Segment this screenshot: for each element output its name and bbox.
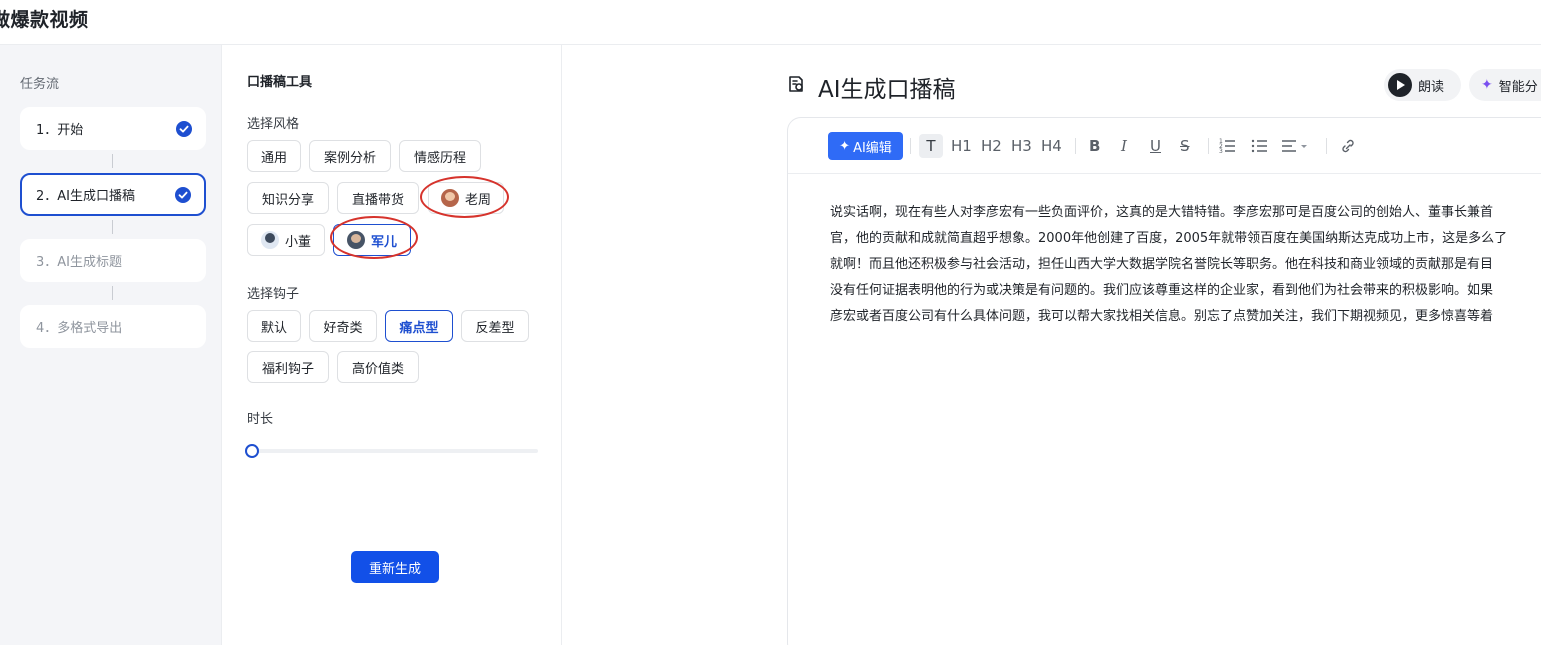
duration-slider-track[interactable]	[252, 449, 538, 453]
play-icon	[1388, 73, 1412, 97]
editor-title: AI生成口播稿	[818, 77, 956, 103]
text-style-button[interactable]: T	[919, 134, 943, 158]
toolbar-divider	[1326, 138, 1327, 154]
toolbar-divider	[1208, 138, 1209, 154]
style-chip-xiaodong[interactable]: 小董	[247, 224, 325, 256]
sparkle-icon: ✦	[1481, 77, 1493, 93]
hook-chip-curiosity[interactable]: 好奇类	[309, 310, 377, 342]
step-connector	[112, 220, 113, 234]
style-section-label: 选择风格	[247, 117, 300, 132]
hook-chip-high-value[interactable]: 高价值类	[337, 351, 419, 383]
smart-button[interactable]: ✦ 智能分	[1469, 69, 1541, 101]
taskflow-title: 任务流	[20, 77, 60, 92]
smart-button-label: 智能分	[1498, 79, 1538, 95]
chip-label: 通用	[260, 150, 287, 166]
chip-label: 知识分享	[261, 192, 314, 208]
page-title: 做爆款视频	[0, 9, 89, 31]
chip-label: 反差型	[475, 320, 515, 336]
step-start[interactable]: 1．开始	[20, 107, 206, 150]
chip-label: 情感历程	[413, 150, 466, 166]
chip-label: 军儿	[370, 234, 397, 250]
bold-button[interactable]: B	[1089, 134, 1100, 158]
style-chip-general[interactable]: 通用	[247, 140, 301, 172]
check-circle-icon	[176, 120, 192, 137]
script-line: 彦宏或者百度公司有什么具体问题，我可以帮大家找相关信息。别忘了点赞加关注，我们下…	[830, 309, 1494, 324]
script-text[interactable]: 说实话啊，现在有些人对李彦宏有一些负面评价，这真的是大错特错。李彦宏那可是百度公…	[830, 200, 1541, 330]
editor-toolbar: ✦ AI编辑 T H1 H2 H3 H4 B I U S 1 2 3	[788, 118, 1541, 174]
bullet-list-icon[interactable]	[1250, 134, 1268, 158]
taskflow-sidebar: 任务流 1．开始 2．AI生成口播稿 3．AI生成标题 4．多格式导出	[0, 45, 222, 645]
hook-chip-pain-point[interactable]: 痛点型	[385, 310, 453, 342]
step-label: 4．多格式导出	[36, 321, 123, 336]
top-bar: 做爆款视频	[0, 0, 1541, 45]
step-connector	[112, 154, 113, 168]
step-ai-script[interactable]: 2．AI生成口播稿	[20, 173, 206, 216]
script-line: 官，他的贡献和成就简直超乎想象。2000年他创建了百度，2005年就带领百度在美…	[830, 231, 1508, 246]
step-export[interactable]: 4．多格式导出	[20, 305, 206, 348]
underline-button[interactable]: U	[1150, 134, 1161, 158]
duration-slider-thumb[interactable]	[245, 444, 259, 458]
heading-3-button[interactable]: H3	[1011, 134, 1032, 158]
step-connector	[112, 286, 113, 300]
ordered-list-icon[interactable]: 1 2 3	[1218, 134, 1236, 158]
hook-chip-contrast[interactable]: 反差型	[461, 310, 529, 342]
regenerate-button[interactable]: 重新生成	[351, 551, 439, 583]
chip-label: 福利钩子	[261, 361, 314, 377]
script-line: 没有任何证据表明他的行为或决策是有问题的。我们应该尊重这样的企业家，看到他们为社…	[830, 283, 1494, 298]
tool-panel-title: 口播稿工具	[247, 75, 313, 90]
toolbar-divider	[1075, 138, 1076, 154]
document-edit-icon	[789, 76, 803, 92]
style-chip-laozhou[interactable]: 老周	[428, 182, 504, 214]
script-line: 说实话啊，现在有些人对李彦宏有一些负面评价，这真的是大错特错。李彦宏那可是百度公…	[830, 205, 1494, 220]
hook-chip-default[interactable]: 默认	[247, 310, 301, 342]
chip-label: 好奇类	[323, 320, 363, 336]
chip-label: 直播带货	[351, 192, 404, 208]
chip-label: 默认	[260, 320, 287, 336]
style-chip-knowledge[interactable]: 知识分享	[247, 182, 329, 214]
align-dropdown-icon[interactable]	[1281, 134, 1311, 158]
chip-label: 痛点型	[399, 320, 439, 336]
hook-section-label: 选择钩子	[247, 287, 300, 302]
script-line: 就啊！而且他还积极参与社会活动，担任山西大学大数据学院名誉院长等职务。他在科技和…	[830, 257, 1494, 272]
heading-2-button[interactable]: H2	[981, 134, 1002, 158]
check-circle-icon	[175, 186, 191, 203]
step-ai-title[interactable]: 3．AI生成标题	[20, 239, 206, 282]
heading-4-button[interactable]: H4	[1041, 134, 1062, 158]
script-editor: ✦ AI编辑 T H1 H2 H3 H4 B I U S 1 2 3 说实话啊，…	[787, 117, 1541, 645]
link-icon[interactable]	[1340, 134, 1356, 158]
step-label: 1．开始	[36, 123, 84, 138]
toolbar-divider	[910, 138, 911, 154]
italic-button[interactable]: I	[1121, 134, 1127, 158]
step-label: 2．AI生成口播稿	[36, 189, 135, 204]
avatar	[440, 189, 459, 207]
ai-edit-button[interactable]: ✦ AI编辑	[828, 132, 903, 160]
chip-label: 老周	[464, 192, 491, 208]
read-aloud-label: 朗读	[1418, 79, 1445, 95]
chip-label: 高价值类	[351, 361, 404, 377]
read-aloud-button[interactable]: 朗读	[1384, 69, 1461, 101]
chip-label: 案例分析	[323, 150, 376, 166]
style-chip-juner[interactable]: 军儿	[333, 224, 411, 256]
step-label: 3．AI生成标题	[36, 255, 122, 270]
duration-label: 时长	[247, 412, 274, 427]
avatar	[346, 231, 365, 249]
chip-label: 小董	[284, 234, 311, 250]
hook-chip-welfare[interactable]: 福利钩子	[247, 351, 329, 383]
strikethrough-button[interactable]: S	[1180, 134, 1190, 158]
sparkle-icon: ✦	[839, 138, 851, 154]
avatar	[260, 231, 279, 249]
style-chip-emotional[interactable]: 情感历程	[399, 140, 481, 172]
style-chip-live-sales[interactable]: 直播带货	[337, 182, 419, 214]
heading-1-button[interactable]: H1	[951, 134, 972, 158]
ai-edit-label: AI编辑	[853, 140, 892, 156]
style-chip-case-analysis[interactable]: 案例分析	[309, 140, 391, 172]
svg-text:3: 3	[1219, 148, 1223, 155]
